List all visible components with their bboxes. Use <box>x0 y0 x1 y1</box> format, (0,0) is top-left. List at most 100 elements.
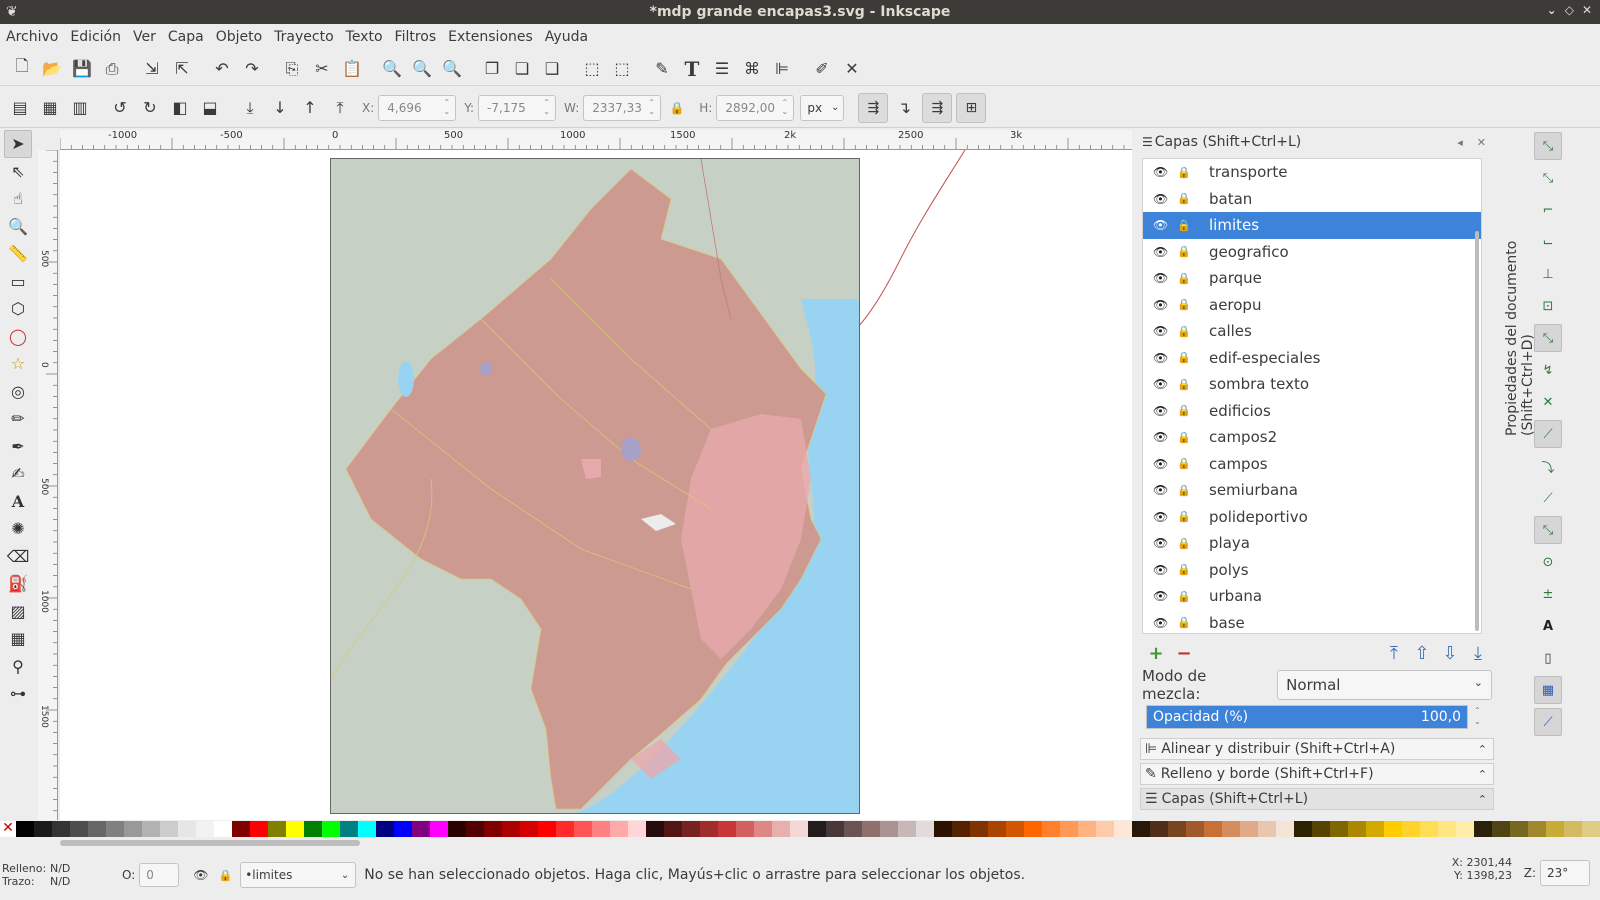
snap-text-baseline-icon[interactable]: A <box>1534 612 1562 640</box>
layer-row[interactable]: 👁 🔒 aeropu <box>1143 292 1481 319</box>
h-input[interactable]: 2892,00 <box>716 94 795 121</box>
color-swatch[interactable] <box>34 821 52 837</box>
color-swatch[interactable] <box>1114 821 1132 837</box>
color-swatch[interactable] <box>916 821 934 837</box>
color-swatch[interactable] <box>412 821 430 837</box>
color-swatch[interactable] <box>1168 821 1186 837</box>
snap-guide-icon[interactable]: ⟋ <box>1534 708 1562 736</box>
menu-edicion[interactable]: Edición <box>70 29 129 45</box>
layer-row[interactable]: 👁 🔒 semiurbana <box>1143 477 1481 504</box>
snap-bbox-center-icon[interactable]: ⊡ <box>1534 292 1562 320</box>
color-swatch[interactable] <box>1258 821 1276 837</box>
layer-row[interactable]: 👁 🔒 parque <box>1143 265 1481 292</box>
zoom-drawing-icon[interactable]: 🔍 <box>408 55 436 83</box>
color-swatch[interactable] <box>1420 821 1438 837</box>
import-icon[interactable]: ⇲ <box>138 55 166 83</box>
color-swatch[interactable] <box>52 821 70 837</box>
color-swatch[interactable] <box>790 821 808 837</box>
color-swatch[interactable] <box>1366 821 1384 837</box>
color-swatch[interactable] <box>1528 821 1546 837</box>
menu-ayuda[interactable]: Ayuda <box>545 29 596 45</box>
close-panel-icon[interactable]: ✕ <box>1477 136 1486 149</box>
color-swatch[interactable] <box>934 821 952 837</box>
color-swatch[interactable] <box>772 821 790 837</box>
remove-layer-icon[interactable]: − <box>1170 643 1198 664</box>
lock-icon[interactable]: 🔒 <box>1177 378 1191 391</box>
xml-editor-icon[interactable]: ⌘ <box>738 55 766 83</box>
layer-bottom-icon[interactable]: ⤓ <box>1464 643 1492 664</box>
lock-icon[interactable]: 🔒 <box>1177 192 1191 205</box>
color-swatch[interactable] <box>1060 821 1078 837</box>
color-swatch[interactable] <box>1240 821 1258 837</box>
eye-icon[interactable]: 👁 <box>1153 165 1168 179</box>
color-swatch[interactable] <box>1330 821 1348 837</box>
color-swatch[interactable] <box>1024 821 1042 837</box>
color-swatch[interactable] <box>268 821 286 837</box>
snap-bbox-corner-icon[interactable]: ⌙ <box>1534 228 1562 256</box>
color-swatch[interactable] <box>88 821 106 837</box>
fill-stroke-pane[interactable]: ✎ Relleno y borde (Shift+Ctrl+F) ⌃ <box>1140 763 1494 785</box>
open-icon[interactable]: 📂 <box>38 55 66 83</box>
eraser-tool-icon[interactable]: ⌫ <box>4 543 32 571</box>
lock-icon[interactable]: 🔒 <box>1177 457 1191 470</box>
snap-bbox-icon[interactable]: ⤡ <box>1534 164 1562 192</box>
opacity-stepper-icon[interactable]: ⌃ ⌄ <box>1474 705 1481 727</box>
color-swatch[interactable] <box>1438 821 1456 837</box>
align-distribute-pane[interactable]: ⊫ Alinear y distribuir (Shift+Ctrl+A) ⌃ <box>1140 738 1494 760</box>
snap-bbox-midpoint-icon[interactable]: ⊥ <box>1534 260 1562 288</box>
lock-icon[interactable]: 🔒 <box>1177 166 1191 179</box>
rect-tool-icon[interactable]: ▭ <box>4 268 32 296</box>
lock-icon[interactable]: 🔒 <box>1177 590 1191 603</box>
color-swatch[interactable] <box>718 821 736 837</box>
color-swatch[interactable] <box>214 821 232 837</box>
eye-icon[interactable]: 👁 <box>1153 536 1168 550</box>
color-swatch[interactable] <box>826 821 844 837</box>
color-swatch[interactable] <box>1510 821 1528 837</box>
new-document-icon[interactable]: 🗋 <box>8 55 36 83</box>
star-tool-icon[interactable]: ☆ <box>4 350 32 378</box>
color-swatch[interactable] <box>1384 821 1402 837</box>
color-swatch[interactable] <box>142 821 160 837</box>
transform-gradients-toggle[interactable]: ⇶ <box>922 92 953 123</box>
color-swatch[interactable] <box>1474 821 1492 837</box>
color-swatch[interactable] <box>1186 821 1204 837</box>
fill-stroke-icon[interactable]: ✎ <box>648 55 676 83</box>
color-swatch[interactable] <box>1456 821 1474 837</box>
color-swatch[interactable] <box>574 821 592 837</box>
selector-tool-icon[interactable]: ➤ <box>4 130 32 158</box>
lock-icon[interactable]: 🔒 <box>1177 298 1191 311</box>
color-swatch[interactable] <box>736 821 754 837</box>
clone-icon[interactable]: ❏ <box>508 55 536 83</box>
cut-icon[interactable]: ✂ <box>308 55 336 83</box>
color-swatch[interactable] <box>1006 821 1024 837</box>
eye-icon[interactable]: 👁 <box>1153 218 1168 232</box>
menu-trayecto[interactable]: Trayecto <box>274 29 341 45</box>
color-swatch[interactable] <box>1078 821 1096 837</box>
color-swatch[interactable] <box>16 821 34 837</box>
color-swatch[interactable] <box>70 821 88 837</box>
zoom-tool-icon[interactable]: 🔍 <box>4 213 32 241</box>
color-swatch[interactable] <box>1492 821 1510 837</box>
color-swatch[interactable] <box>196 821 214 837</box>
layer-row[interactable]: 👁 🔒 campos2 <box>1143 424 1481 451</box>
eye-icon[interactable]: 👁 <box>1153 324 1168 338</box>
eye-icon[interactable]: 👁 <box>1153 298 1168 312</box>
color-swatch[interactable] <box>322 821 340 837</box>
color-swatch[interactable] <box>484 821 502 837</box>
layers-pane-tab[interactable]: ☰ Capas (Shift+Ctrl+L) ⌃ <box>1140 788 1494 810</box>
spray-tool-icon[interactable]: ✺ <box>4 515 32 543</box>
rotate-ccw-icon[interactable]: ↺ <box>106 94 134 122</box>
eye-icon[interactable]: 👁 <box>1153 377 1168 391</box>
duplicate-icon[interactable]: ❐ <box>478 55 506 83</box>
color-swatch[interactable] <box>286 821 304 837</box>
layers-icon[interactable]: ☰ <box>708 55 736 83</box>
align-distribute-icon[interactable]: ⊫ <box>768 55 796 83</box>
layer-top-icon[interactable]: ⤒ <box>1380 643 1408 664</box>
menu-texto[interactable]: Texto <box>346 29 391 45</box>
layer-row[interactable]: 👁 🔒 batan <box>1143 186 1481 213</box>
opacity-slider[interactable]: Opacidad (%) 100,0 <box>1146 705 1468 729</box>
scale-corners-toggle[interactable]: ↴ <box>890 94 918 122</box>
snap-others-icon[interactable]: ⤡ <box>1534 516 1562 544</box>
rotate-cw-icon[interactable]: ↻ <box>136 94 164 122</box>
eye-icon[interactable]: 👁 <box>1153 245 1168 259</box>
